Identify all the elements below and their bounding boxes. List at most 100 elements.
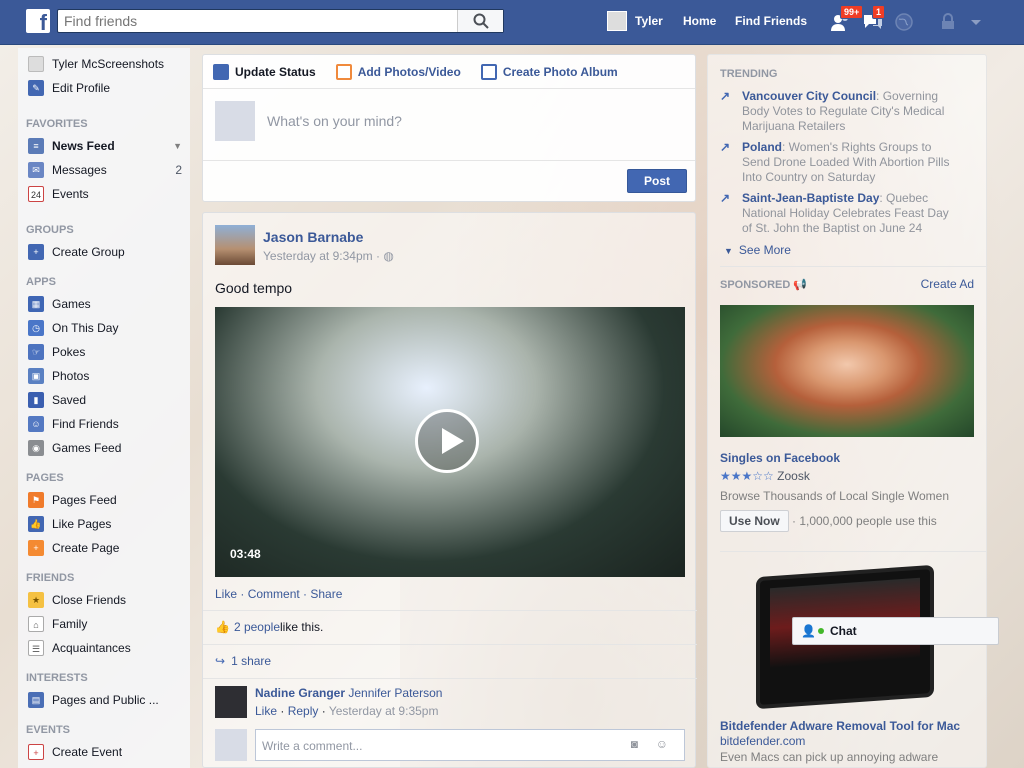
search-box bbox=[57, 9, 504, 33]
ad-title[interactable]: Singles on Facebook bbox=[720, 451, 840, 465]
tab-create-album[interactable]: Create Photo Album bbox=[480, 63, 618, 80]
sidebar-item-news-feed[interactable]: ≡ News Feed ▼ bbox=[18, 134, 190, 158]
caret-down-icon[interactable]: ▼ bbox=[173, 141, 182, 151]
commenter-avatar[interactable] bbox=[215, 686, 247, 718]
trending-item[interactable]: ↗ Saint-Jean-Baptiste Day: Quebec Nation… bbox=[720, 191, 960, 236]
gamepad-icon: ◉ bbox=[28, 440, 44, 456]
search-button[interactable] bbox=[457, 10, 503, 32]
comment: Nadine Granger Jennifer Paterson Like · … bbox=[215, 686, 442, 718]
camera-icon[interactable]: ◙ bbox=[631, 737, 638, 751]
person-icon: 👤 bbox=[801, 624, 816, 638]
house-icon: ⌂ bbox=[28, 616, 44, 632]
search-input[interactable] bbox=[58, 10, 453, 32]
sidebar-item-label: Tyler McScreenshots bbox=[52, 57, 165, 71]
see-more-link[interactable]: ▼ See More bbox=[724, 243, 791, 257]
chat-bar[interactable]: 👤 Chat bbox=[792, 617, 999, 645]
comment-like-link[interactable]: Like bbox=[255, 704, 277, 718]
profile-link[interactable]: Tyler bbox=[607, 11, 663, 31]
ad2-title[interactable]: Bitdefender Adware Removal Tool for Mac bbox=[720, 719, 960, 733]
sidebar-profile[interactable]: Tyler McScreenshots bbox=[18, 52, 190, 76]
video-player[interactable]: 03:48 bbox=[215, 307, 685, 577]
ad2-domain[interactable]: bitdefender.com bbox=[720, 734, 805, 748]
tab-add-photos[interactable]: Add Photos/Video bbox=[335, 63, 461, 80]
comment-reply-link[interactable]: Reply bbox=[288, 704, 319, 718]
story-timestamp[interactable]: Yesterday at 9:34pm · bbox=[263, 249, 380, 263]
sidebar-item-find-friends[interactable]: ☺ Find Friends bbox=[18, 412, 190, 436]
sidebar-item-create-group[interactable]: + Create Group bbox=[18, 240, 190, 264]
sidebar-item-games-feed[interactable]: ◉ Games Feed bbox=[18, 436, 190, 460]
divider bbox=[203, 610, 697, 611]
chat-label: Chat bbox=[829, 624, 857, 638]
trending-item[interactable]: ↗ Poland: Women's Rights Groups to Send … bbox=[720, 140, 960, 185]
thumbs-up-icon: 👍 bbox=[28, 516, 44, 532]
like-link[interactable]: Like bbox=[215, 587, 237, 601]
notifications-button[interactable] bbox=[893, 11, 915, 33]
sidebar-item-pokes[interactable]: ☞ Pokes bbox=[18, 340, 190, 364]
sidebar-item-label: News Feed bbox=[52, 139, 115, 153]
composer-input-area[interactable]: What's on your mind? bbox=[203, 89, 695, 161]
avatar bbox=[28, 56, 44, 72]
sidebar-item-close-friends[interactable]: ★ Close Friends bbox=[18, 588, 190, 612]
games-icon: ▦ bbox=[28, 296, 44, 312]
find-friends-link[interactable]: Find Friends bbox=[735, 14, 807, 28]
play-icon[interactable] bbox=[415, 409, 479, 473]
ad-rating: ★★★☆☆ Zoosk bbox=[720, 469, 810, 483]
privacy-shortcuts-button[interactable] bbox=[938, 11, 960, 33]
comment-input[interactable]: Write a comment... ◙ ☺ bbox=[255, 729, 685, 761]
sidebar-item-label: Edit Profile bbox=[52, 81, 111, 95]
ad-image[interactable] bbox=[720, 305, 974, 437]
account-menu-button[interactable] bbox=[968, 11, 990, 33]
sidebar-item-photos[interactable]: ▣ Photos bbox=[18, 364, 190, 388]
tab-update-status[interactable]: Update Status bbox=[213, 63, 316, 80]
author-name[interactable]: Jason Barnabe bbox=[263, 229, 394, 245]
sidebar-item-pages-feed[interactable]: ⚑ Pages Feed bbox=[18, 488, 190, 512]
sidebar-item-label: Photos bbox=[52, 369, 90, 383]
create-ad-link[interactable]: Create Ad bbox=[921, 277, 974, 291]
ad-brand: Zoosk bbox=[777, 469, 810, 483]
sidebar-item-label: Games Feed bbox=[52, 441, 122, 455]
friend-requests-button[interactable]: 99+ bbox=[830, 5, 864, 33]
right-column: TRENDING ↗ Vancouver City Council: Gover… bbox=[707, 54, 987, 768]
likes-link[interactable]: 2 people bbox=[234, 620, 280, 634]
sidebar-item-saved[interactable]: ▮ Saved bbox=[18, 388, 190, 412]
trending-topic[interactable]: Saint-Jean-Baptiste Day bbox=[742, 191, 879, 205]
author-avatar[interactable] bbox=[215, 225, 255, 265]
trending-item[interactable]: ↗ Vancouver City Council: Governing Body… bbox=[720, 89, 960, 134]
emoji-icon[interactable]: ☺ bbox=[656, 737, 668, 751]
post-button[interactable]: Post bbox=[627, 169, 687, 193]
sidebar-item-label: Create Group bbox=[52, 245, 125, 259]
shares-link[interactable]: 1 share bbox=[231, 654, 271, 668]
trending-topic[interactable]: Poland bbox=[742, 140, 782, 154]
composer-placeholder[interactable]: What's on your mind? bbox=[267, 101, 402, 129]
sidebar-item-edit-profile[interactable]: ✎ Edit Profile bbox=[18, 76, 190, 100]
sidebar-item-on-this-day[interactable]: ◷ On This Day bbox=[18, 316, 190, 340]
trending-topic[interactable]: Vancouver City Council bbox=[742, 89, 876, 103]
sidebar-item-create-event[interactable]: + Create Event bbox=[18, 740, 190, 764]
tab-label: Update Status bbox=[235, 64, 316, 79]
sidebar-item-create-page[interactable]: + Create Page bbox=[18, 536, 190, 560]
sidebar-item-label: Pokes bbox=[52, 345, 86, 359]
comment-link[interactable]: Comment bbox=[248, 587, 300, 601]
sidebar-item-acquaintances[interactable]: ☰ Acquaintances bbox=[18, 636, 190, 660]
sidebar-item-label: Games bbox=[52, 297, 91, 311]
sidebar-item-family[interactable]: ⌂ Family bbox=[18, 612, 190, 636]
sidebar-item-games[interactable]: ▦ Games bbox=[18, 292, 190, 316]
sidebar-item-pages-and-public[interactable]: ▤ Pages and Public ... bbox=[18, 688, 190, 712]
globe-icon bbox=[895, 13, 913, 31]
messages-button[interactable]: 1 bbox=[862, 5, 886, 33]
comment-text[interactable]: Jennifer Paterson bbox=[345, 686, 442, 700]
trending-header: TRENDING bbox=[720, 68, 778, 80]
sidebar-item-like-pages[interactable]: 👍 Like Pages bbox=[18, 512, 190, 536]
ad-body: Browse Thousands of Local Single Women bbox=[720, 489, 950, 503]
use-now-button[interactable]: Use Now bbox=[720, 510, 789, 532]
sidebar-item-events[interactable]: 24 Events bbox=[18, 182, 190, 206]
clock-icon: ◷ bbox=[28, 320, 44, 336]
commenter-name[interactable]: Nadine Granger bbox=[255, 686, 345, 700]
sidebar-item-messages[interactable]: ✉ Messages 2 bbox=[18, 158, 190, 182]
comment-time[interactable]: Yesterday at 9:35pm bbox=[329, 704, 439, 718]
home-link[interactable]: Home bbox=[683, 14, 716, 28]
facebook-logo-icon[interactable]: f bbox=[26, 9, 50, 33]
share-link[interactable]: Share bbox=[310, 587, 342, 601]
sidebar-item-label: Close Friends bbox=[52, 593, 127, 607]
story-time[interactable]: Yesterday at 9:34pm · ◍ bbox=[263, 249, 394, 263]
